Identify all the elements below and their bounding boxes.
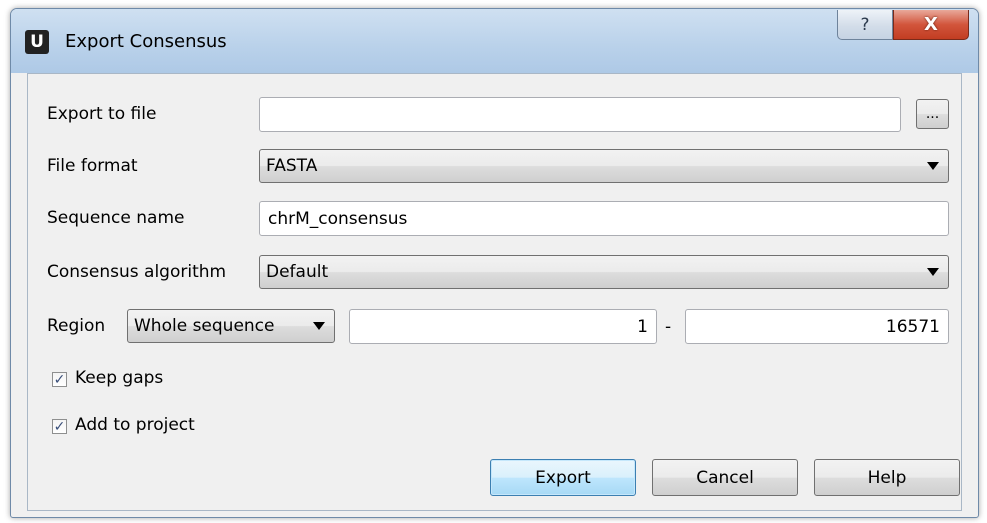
context-help-button[interactable]: ? <box>837 10 893 40</box>
title-bar[interactable]: U Export Consensus ? X <box>11 9 978 73</box>
keep-gaps-checkbox[interactable]: ✓ <box>52 372 67 387</box>
sequence-name-label: Sequence name <box>47 208 185 228</box>
add-to-project-label[interactable]: Add to project <box>75 415 195 435</box>
region-label: Region <box>47 316 106 336</box>
file-format-value: FASTA <box>266 156 318 176</box>
chevron-down-icon <box>313 322 325 330</box>
region-start-input[interactable]: 1 <box>349 309 657 344</box>
consensus-algorithm-label: Consensus algorithm <box>47 262 227 282</box>
sequence-name-input[interactable]: chrM_consensus <box>259 201 949 236</box>
close-button[interactable]: X <box>893 10 969 40</box>
chevron-down-icon <box>927 162 939 170</box>
region-separator: - <box>665 317 672 337</box>
region-end-input[interactable]: 16571 <box>685 309 949 344</box>
help-button[interactable]: Help <box>814 459 960 496</box>
consensus-algorithm-select[interactable]: Default <box>259 255 949 289</box>
keep-gaps-label[interactable]: Keep gaps <box>75 368 163 388</box>
file-format-label: File format <box>47 156 138 176</box>
checkmark-icon: ✓ <box>53 371 66 388</box>
export-button[interactable]: Export <box>490 459 636 496</box>
chevron-down-icon <box>927 268 939 276</box>
checkmark-icon: ✓ <box>53 418 66 435</box>
region-value: Whole sequence <box>134 316 275 336</box>
consensus-algorithm-value: Default <box>266 262 329 282</box>
export-consensus-dialog: U Export Consensus ? X Export to file ..… <box>10 8 979 518</box>
window-title: Export Consensus <box>65 31 227 52</box>
region-select[interactable]: Whole sequence <box>127 309 335 343</box>
export-to-file-label: Export to file <box>47 104 157 124</box>
browse-button[interactable]: ... <box>916 99 949 129</box>
dialog-content: Export to file ... File format FASTA Seq… <box>27 73 962 511</box>
file-format-select[interactable]: FASTA <box>259 149 949 183</box>
app-logo-icon: U <box>25 30 49 54</box>
export-file-path-input[interactable] <box>259 97 901 132</box>
close-icon: X <box>924 14 938 35</box>
add-to-project-checkbox[interactable]: ✓ <box>52 419 67 434</box>
question-mark-icon: ? <box>860 14 870 35</box>
cancel-button[interactable]: Cancel <box>652 459 798 496</box>
